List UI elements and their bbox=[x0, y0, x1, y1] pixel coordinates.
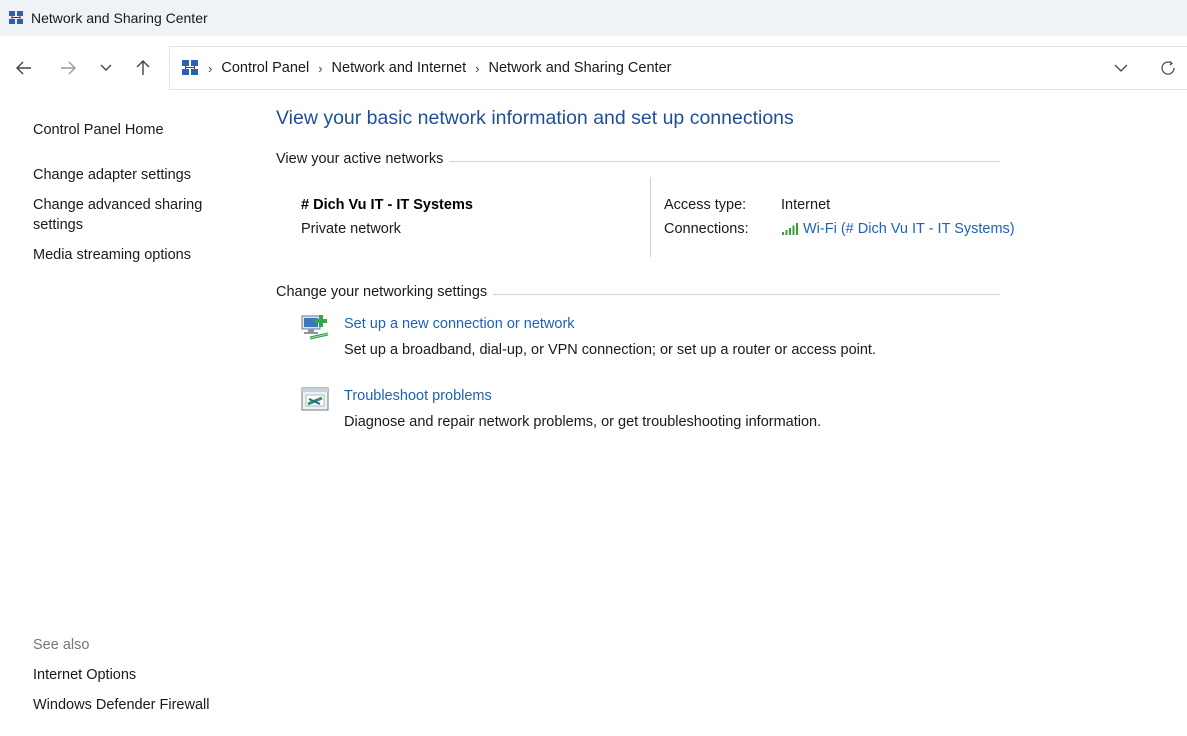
wifi-connection-link[interactable]: Wi-Fi (# Dich Vu IT - IT Systems) bbox=[781, 221, 1015, 237]
address-history-button[interactable] bbox=[1113, 60, 1129, 81]
setup-new-connection-link[interactable]: Set up a new connection or network bbox=[344, 316, 575, 332]
forward-button[interactable] bbox=[56, 56, 80, 80]
access-type-value: Internet bbox=[781, 197, 831, 213]
chevron-right-icon: › bbox=[208, 60, 213, 76]
arrow-right-icon bbox=[61, 61, 76, 75]
title-bar: Network and Sharing Center bbox=[0, 0, 1187, 36]
page-title: View your basic network information and … bbox=[276, 107, 794, 129]
setup-new-connection-description: Set up a broadband, dial-up, or VPN conn… bbox=[344, 342, 876, 358]
wifi-signal-icon bbox=[782, 223, 798, 235]
change-advanced-sharing-settings-link[interactable]: Change advanced sharing settings bbox=[33, 195, 218, 235]
connections-label: Connections: bbox=[664, 221, 749, 237]
windows-defender-firewall-link[interactable]: Windows Defender Firewall bbox=[33, 695, 209, 715]
network-name: # Dich Vu IT - IT Systems bbox=[301, 197, 473, 213]
media-streaming-options-link[interactable]: Media streaming options bbox=[33, 245, 191, 265]
chevron-down-icon bbox=[1114, 64, 1128, 72]
up-button[interactable] bbox=[131, 56, 155, 80]
chevron-right-icon[interactable]: › bbox=[475, 61, 479, 76]
refresh-icon bbox=[1161, 61, 1175, 75]
see-also-label: See also bbox=[33, 637, 90, 653]
network-category: Private network bbox=[301, 221, 401, 237]
internet-options-link[interactable]: Internet Options bbox=[33, 665, 136, 685]
active-networks-title: View your active networks bbox=[276, 151, 450, 167]
chevron-down-icon bbox=[100, 64, 112, 71]
network-center-icon bbox=[182, 60, 198, 75]
troubleshoot-problems-description: Diagnose and repair network problems, or… bbox=[344, 414, 822, 430]
breadcrumb-control-panel[interactable]: Control Panel bbox=[221, 60, 309, 76]
wifi-connection-label[interactable]: Wi-Fi (# Dich Vu IT - IT Systems) bbox=[803, 221, 1015, 237]
breadcrumb-network-and-sharing-center[interactable]: Network and Sharing Center bbox=[489, 60, 672, 76]
back-button[interactable] bbox=[12, 56, 36, 80]
arrow-left-icon bbox=[16, 61, 31, 75]
left-pane: Control Panel Home Change adapter settin… bbox=[33, 100, 243, 736]
network-center-icon bbox=[9, 11, 23, 24]
navigation-bar: › Control Panel › Network and Internet ›… bbox=[0, 36, 1187, 100]
control-panel-home-link[interactable]: Control Panel Home bbox=[33, 120, 164, 140]
troubleshoot-icon bbox=[301, 387, 329, 411]
change-adapter-settings-link[interactable]: Change adapter settings bbox=[33, 165, 191, 185]
new-connection-icon bbox=[301, 315, 329, 340]
recent-locations-button[interactable] bbox=[94, 56, 118, 80]
window-title: Network and Sharing Center bbox=[31, 10, 208, 26]
chevron-right-icon[interactable]: › bbox=[318, 61, 322, 76]
refresh-button[interactable] bbox=[1159, 59, 1177, 82]
vertical-divider bbox=[650, 177, 651, 257]
breadcrumb-network-and-internet[interactable]: Network and Internet bbox=[332, 60, 467, 76]
arrow-up-icon bbox=[136, 60, 150, 75]
troubleshoot-problems-link[interactable]: Troubleshoot problems bbox=[344, 388, 492, 404]
networking-settings-title: Change your networking settings bbox=[276, 284, 494, 300]
address-bar[interactable]: › Control Panel › Network and Internet ›… bbox=[169, 46, 1187, 90]
access-type-label: Access type: bbox=[664, 197, 747, 213]
